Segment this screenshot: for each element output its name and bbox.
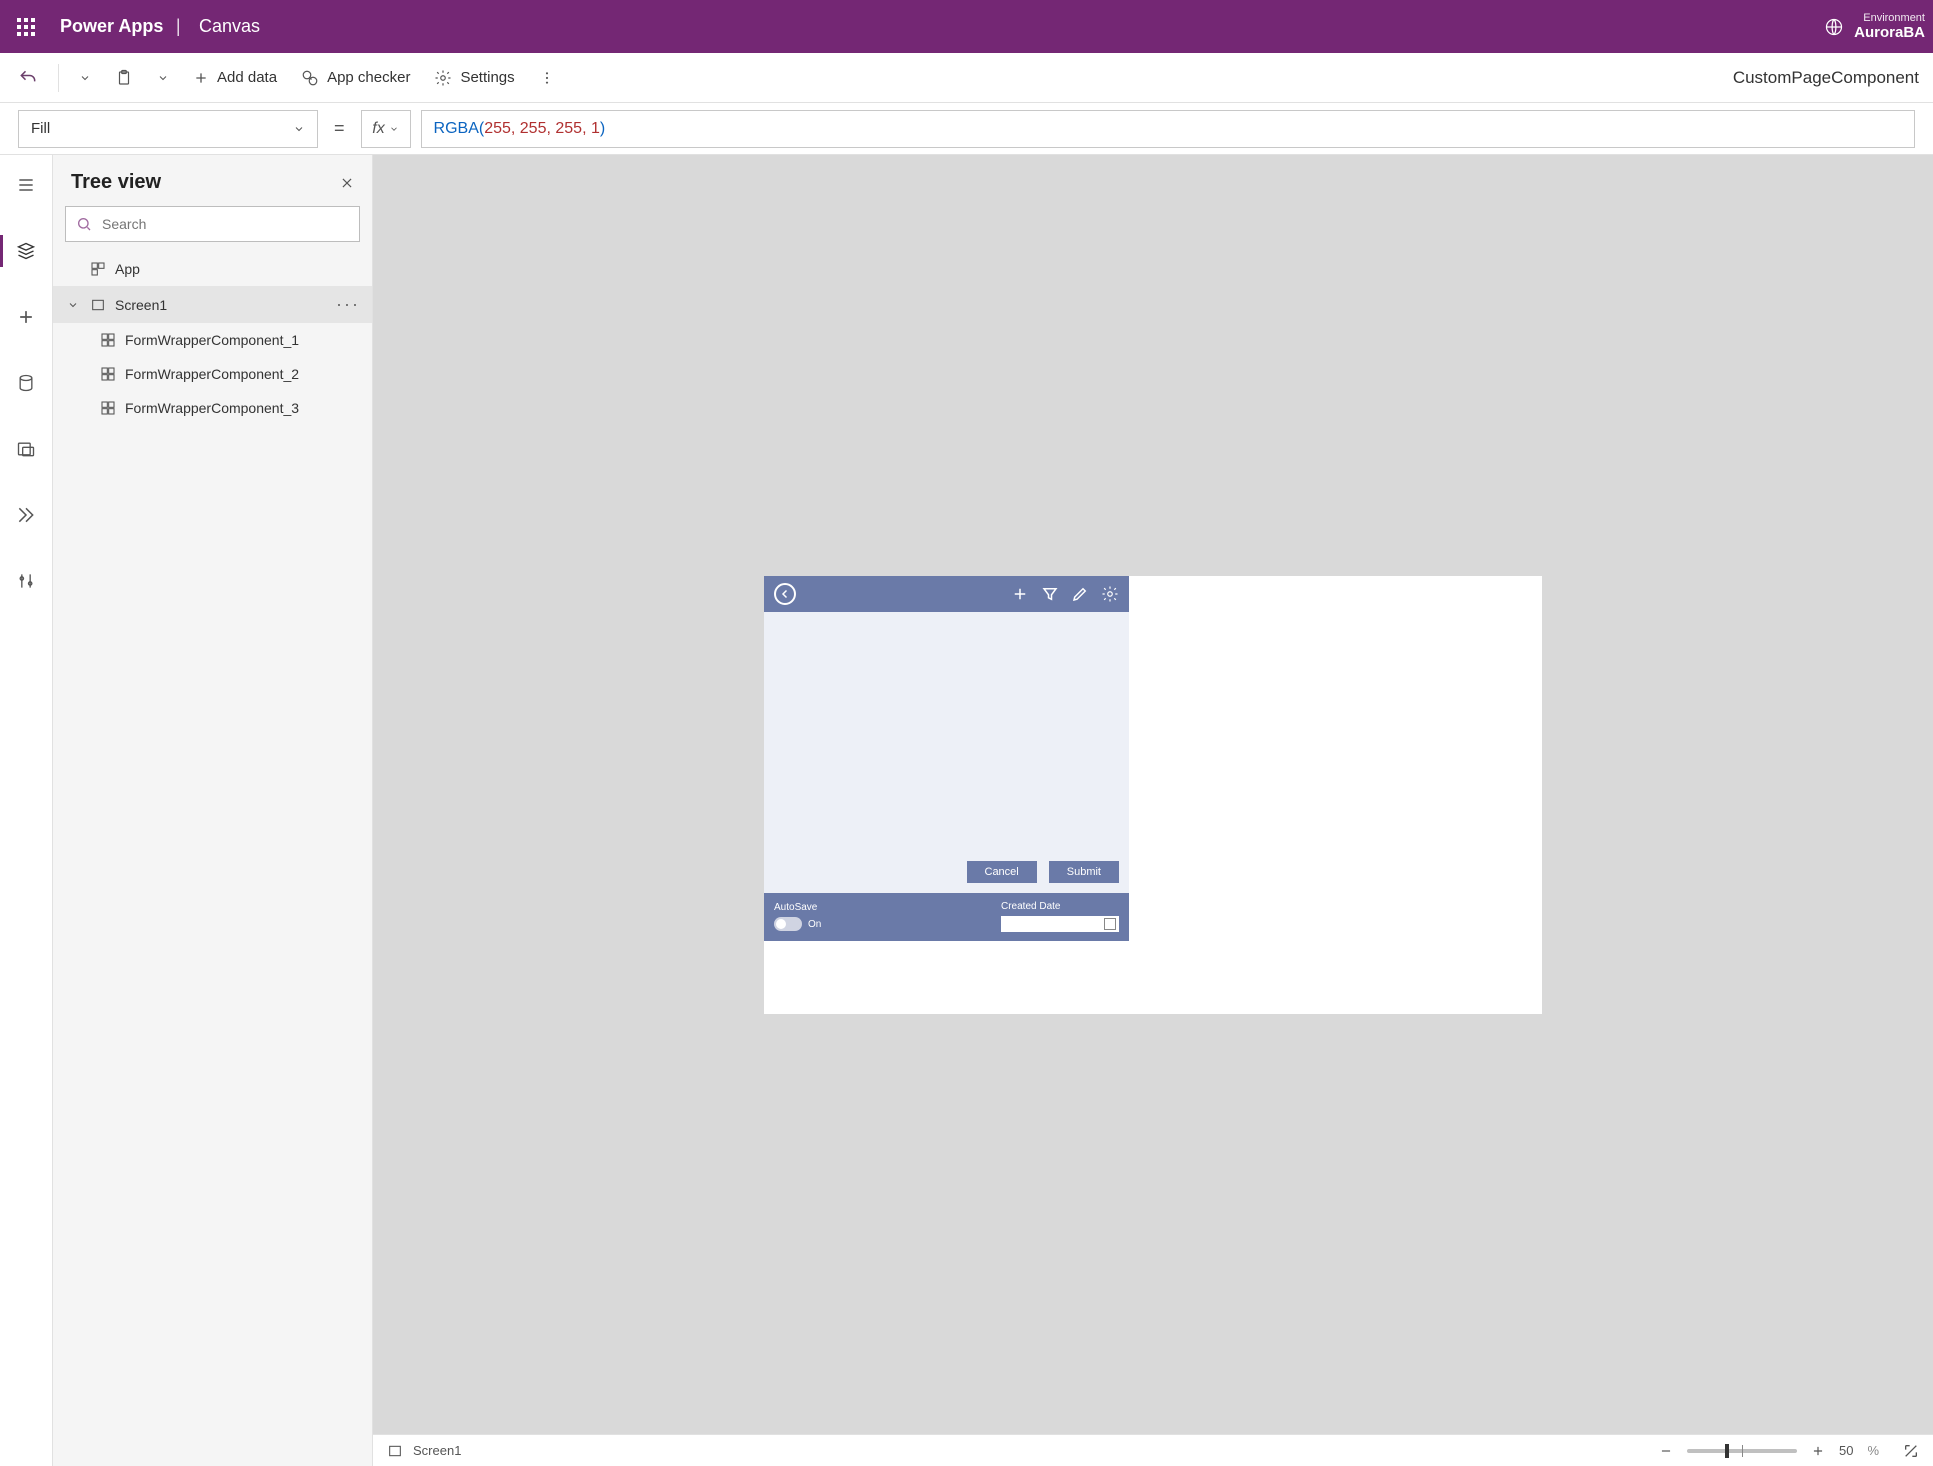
tree-item-app[interactable]: App: [53, 252, 372, 286]
tree-item-label: Screen1: [115, 297, 167, 313]
component-footer: AutoSave On Created Date: [764, 893, 1129, 941]
fx-button[interactable]: fx: [361, 110, 411, 148]
submit-button[interactable]: Submit: [1049, 861, 1119, 883]
left-rail: [0, 155, 53, 1466]
artboard-screen1[interactable]: Cancel Submit AutoSave On Created Da: [764, 576, 1542, 1014]
component-body: [764, 612, 1129, 851]
undo-chevron[interactable]: [71, 66, 99, 90]
component-icon: [99, 399, 117, 417]
undo-button[interactable]: [10, 62, 46, 94]
tree-view-button[interactable]: [6, 231, 46, 271]
zoom-percent: %: [1867, 1443, 1879, 1458]
more-button[interactable]: [531, 64, 563, 92]
advanced-tools-button[interactable]: [6, 561, 46, 601]
filter-icon[interactable]: [1041, 585, 1059, 603]
paste-chevron[interactable]: [149, 66, 177, 90]
command-bar: Add data App checker Settings CustomPage…: [0, 53, 1933, 103]
status-screen-name[interactable]: Screen1: [413, 1443, 461, 1458]
created-date-input[interactable]: [1001, 916, 1119, 932]
tree-item-label: App: [115, 261, 140, 277]
tree-view-title: Tree view: [71, 171, 161, 194]
add-icon[interactable]: [1011, 585, 1029, 603]
tree-item-component[interactable]: FormWrapperComponent_3: [53, 391, 372, 425]
media-button[interactable]: [6, 429, 46, 469]
screen-icon: [89, 296, 107, 314]
app-icon: [89, 260, 107, 278]
component-header: [764, 576, 1129, 612]
component-icon: [99, 331, 117, 349]
tree-item-label: FormWrapperComponent_2: [125, 366, 299, 382]
data-button[interactable]: [6, 363, 46, 403]
env-name: AuroraBA: [1854, 24, 1925, 41]
tree-item-label: FormWrapperComponent_3: [125, 400, 299, 416]
zoom-value: 50: [1839, 1443, 1853, 1458]
component-icon: [99, 365, 117, 383]
app-title: Power Apps | Canvas: [60, 16, 260, 37]
status-bar: Screen1 50 %: [373, 1434, 1933, 1466]
app-checker-button[interactable]: App checker: [293, 63, 418, 93]
autosave-toggle[interactable]: [774, 917, 802, 931]
zoom-slider[interactable]: [1687, 1449, 1797, 1453]
close-panel-button[interactable]: [340, 176, 354, 190]
tree-item-label: FormWrapperComponent_1: [125, 332, 299, 348]
formula-bar: Fill = fx RGBA(255, 255, 255, 1): [0, 103, 1933, 155]
app-launcher-icon[interactable]: [8, 9, 44, 45]
add-data-button[interactable]: Add data: [185, 63, 285, 92]
power-automate-button[interactable]: [6, 495, 46, 535]
environment-picker[interactable]: Environment AuroraBA: [1824, 12, 1925, 41]
tree-item-screen1[interactable]: Screen1 ···: [53, 286, 372, 323]
tree-search-input[interactable]: [65, 206, 360, 242]
calendar-icon: [1104, 918, 1116, 930]
app-file-name: CustomPageComponent: [1733, 68, 1923, 88]
chevron-down-icon: [293, 123, 305, 135]
cancel-button[interactable]: Cancel: [967, 861, 1037, 883]
tree-list: App Screen1 ··· FormWrapperComponent_1: [53, 252, 372, 1466]
tree-item-component[interactable]: FormWrapperComponent_1: [53, 323, 372, 357]
settings-button[interactable]: Settings: [426, 63, 522, 93]
screen-icon: [387, 1443, 403, 1459]
globe-icon: [1824, 17, 1844, 37]
form-wrapper-component[interactable]: Cancel Submit AutoSave On Created Da: [764, 576, 1129, 941]
equals-label: =: [328, 118, 351, 139]
chevron-down-icon: [389, 124, 399, 134]
fit-screen-button[interactable]: [1903, 1443, 1919, 1459]
back-button[interactable]: [774, 583, 796, 605]
zoom-out-button[interactable]: [1659, 1444, 1673, 1458]
paste-button[interactable]: [107, 63, 141, 93]
created-date-label: Created Date: [1001, 901, 1119, 912]
app-header: Power Apps | Canvas Environment AuroraBA: [0, 0, 1933, 53]
formula-input[interactable]: RGBA(255, 255, 255, 1): [421, 110, 1915, 148]
canvas-area: Cancel Submit AutoSave On Created Da: [373, 155, 1933, 1466]
hamburger-button[interactable]: [6, 165, 46, 205]
insert-button[interactable]: [6, 297, 46, 337]
zoom-in-button[interactable]: [1811, 1444, 1825, 1458]
tree-item-component[interactable]: FormWrapperComponent_2: [53, 357, 372, 391]
chevron-down-icon[interactable]: [67, 299, 81, 311]
tree-view-panel: Tree view App: [53, 155, 373, 1466]
search-icon: [76, 216, 92, 232]
gear-icon[interactable]: [1101, 585, 1119, 603]
autosave-value: On: [808, 919, 821, 930]
edit-icon[interactable]: [1071, 585, 1089, 603]
property-selector[interactable]: Fill: [18, 110, 318, 148]
env-label: Environment: [1854, 12, 1925, 24]
autosave-label: AutoSave: [774, 902, 821, 913]
more-icon[interactable]: ···: [336, 294, 360, 315]
